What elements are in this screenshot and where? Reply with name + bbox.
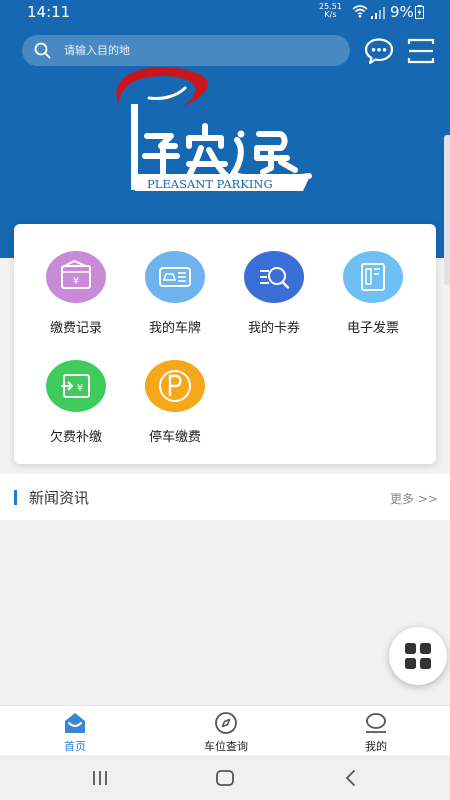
- battery-icon: [415, 5, 424, 23]
- news-section-header: 新闻资讯 更多 >>: [0, 474, 450, 520]
- tab-home[interactable]: 首页: [20, 706, 130, 756]
- home-icon: [65, 713, 85, 733]
- coupon-search-icon: [260, 267, 290, 289]
- quick-action-my-coupons[interactable]: 我的卡券: [224, 224, 324, 336]
- svg-text:¥: ¥: [77, 383, 83, 394]
- profile-icon: [366, 713, 386, 733]
- quick-action-label: 停车缴费: [148, 430, 201, 445]
- back-icon[interactable]: [336, 765, 366, 791]
- network-speed-unit: K/s: [324, 10, 337, 19]
- tab-label: 我的: [365, 740, 387, 753]
- quick-action-label: 电子发票: [346, 321, 399, 336]
- tab-profile[interactable]: 我的: [321, 706, 431, 756]
- tab-space-search[interactable]: 车位查询: [171, 706, 281, 756]
- home-nav-icon[interactable]: [210, 765, 240, 791]
- tab-label: 首页: [64, 740, 86, 753]
- status-bar: 14:11 25.51 K/s 9%: [0, 0, 450, 24]
- invoice-icon: [361, 263, 385, 291]
- scroll-indicator[interactable]: [444, 135, 450, 285]
- quick-action-label: 我的卡券: [247, 321, 300, 336]
- search-icon: [34, 42, 51, 63]
- quick-action-label: 欠费补缴: [49, 430, 102, 445]
- status-time: 14:11: [27, 3, 71, 21]
- quick-action-parking-payment[interactable]: 停车缴费: [125, 333, 225, 445]
- search-input[interactable]: [64, 35, 334, 66]
- wallet-icon: ¥: [61, 259, 91, 289]
- system-nav-bar: [0, 755, 450, 800]
- menu-icon[interactable]: [406, 37, 436, 65]
- app-root: 14:11 25.51 K/s 9% 请输入目的地 PLEASANT PARKI…: [0, 0, 450, 800]
- floating-grid-button[interactable]: [389, 627, 447, 685]
- compass-icon: [215, 712, 237, 734]
- license-plate-icon: [159, 267, 191, 287]
- recent-apps-icon[interactable]: [85, 765, 115, 791]
- brand-logo: PLEASANT PARKING: [105, 64, 325, 198]
- network-speed: 25.51 K/s: [319, 3, 342, 19]
- news-accent-bar: [14, 490, 17, 505]
- news-more-link[interactable]: 更多 >>: [390, 490, 438, 507]
- search-bar[interactable]: [22, 35, 350, 66]
- quick-action-my-plates[interactable]: 我的车牌: [125, 224, 225, 336]
- payment-due-icon: ¥: [61, 374, 90, 398]
- header-banner: 14:11 25.51 K/s 9% 请输入目的地 PLEASANT PARKI…: [0, 0, 450, 258]
- tab-label: 车位查询: [204, 740, 248, 753]
- signal-icon: [371, 5, 385, 23]
- chat-bubble-icon[interactable]: [364, 37, 394, 65]
- battery-percent: 9%: [390, 3, 414, 21]
- wifi-icon: [352, 4, 368, 22]
- news-title: 新闻资讯: [29, 489, 90, 507]
- grid-icon: [405, 643, 431, 669]
- svg-text:¥: ¥: [73, 276, 79, 287]
- quick-action-e-invoice[interactable]: 电子发票: [323, 224, 423, 336]
- parking-icon: [159, 370, 191, 402]
- quick-actions-card: ¥ 缴费记录 我的车牌 我的卡券 电子发票 ¥ 欠费补缴 停车缴费: [14, 224, 436, 464]
- bottom-tab-bar: 首页 车位查询 我的: [0, 705, 450, 755]
- quick-action-payment-records[interactable]: ¥ 缴费记录: [26, 224, 126, 336]
- logo-text-en: PLEASANT PARKING: [147, 177, 273, 191]
- quick-action-arrears-payment[interactable]: ¥ 欠费补缴: [26, 333, 126, 445]
